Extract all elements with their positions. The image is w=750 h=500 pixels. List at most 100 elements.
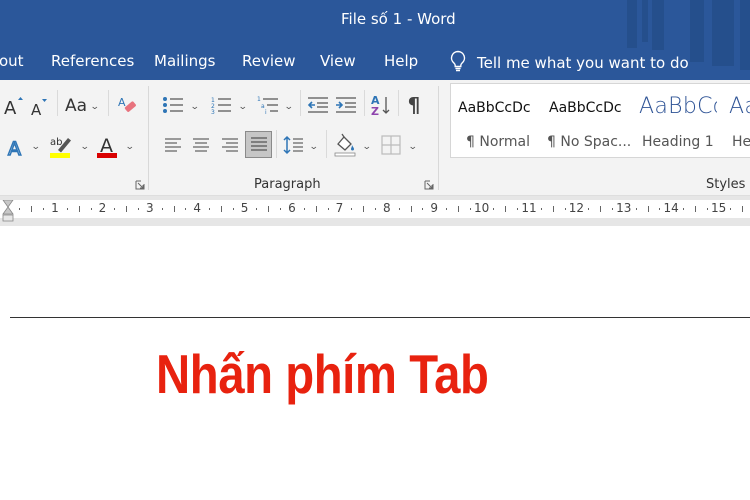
- tab-references[interactable]: References: [51, 50, 134, 72]
- show-hide-button[interactable]: ¶: [403, 92, 425, 118]
- document-text[interactable]: Nhấn phím Tab: [156, 342, 489, 406]
- text-effects-button[interactable]: A: [5, 135, 27, 159]
- ruler-tick: [256, 208, 258, 210]
- font-dialog-launcher-icon[interactable]: [135, 180, 145, 190]
- divider: [300, 90, 301, 116]
- ruler-tick: [505, 206, 507, 212]
- tell-me-search[interactable]: Tell me what you want to do: [449, 50, 689, 74]
- ruler-tick: [363, 206, 365, 212]
- tab-review[interactable]: Review: [242, 50, 296, 72]
- decrease-indent-icon: [307, 97, 328, 113]
- ruler-area: 1 2 3 4 5 6 7 8 9 10 11 12 13 14 15: [0, 196, 750, 226]
- sort-az-icon: A Z: [371, 94, 390, 117]
- increase-indent-icon: [336, 97, 356, 113]
- align-left-icon: [165, 138, 181, 152]
- document-page[interactable]: Nhấn phím Tab: [0, 226, 750, 500]
- ruler-tick: [469, 208, 471, 210]
- borders-dropdown[interactable]: ⌄: [408, 142, 418, 152]
- sort-button[interactable]: A Z: [370, 92, 392, 118]
- ruler-tick: [327, 208, 329, 210]
- indent-marker-icon[interactable]: [2, 200, 14, 226]
- ruler-tick: [268, 206, 270, 212]
- divider: [398, 90, 399, 116]
- multilevel-list-dropdown[interactable]: ⌄: [284, 102, 294, 112]
- font-color-dropdown[interactable]: ⌄: [125, 142, 135, 152]
- change-case-dropdown[interactable]: ⌄: [90, 102, 100, 112]
- horizontal-ruler[interactable]: 1 2 3 4 5 6 7 8 9 10 11 12 13 14 15: [0, 200, 750, 222]
- change-case-button[interactable]: Aa: [64, 94, 88, 118]
- ruler-tick: [517, 208, 519, 210]
- style-heading-1[interactable]: AaBbCc Heading 1: [633, 84, 723, 159]
- align-center-button[interactable]: [190, 135, 212, 157]
- grow-font-button[interactable]: A: [3, 94, 23, 118]
- font-color-icon: A: [97, 135, 117, 158]
- lightbulb-icon: [450, 50, 466, 72]
- ruler-tick: [66, 208, 68, 210]
- ruler-tick: [19, 208, 21, 210]
- ruler-tick: [706, 208, 708, 210]
- tell-me-text: Tell me what you want to do: [477, 54, 689, 72]
- multilevel-list-button[interactable]: 1 a i: [255, 94, 281, 116]
- shading-button[interactable]: [332, 132, 358, 158]
- ruler-number: 3: [145, 201, 154, 215]
- bullets-dropdown[interactable]: ⌄: [190, 102, 200, 112]
- svg-text:ab: ab: [50, 137, 62, 148]
- ruler-tick: [209, 208, 211, 210]
- ruler-tick: [564, 208, 566, 210]
- borders-icon: [381, 135, 401, 155]
- paragraph-group-label: Paragraph: [254, 177, 321, 192]
- svg-text:A: A: [8, 138, 21, 158]
- ruler-tick: [78, 206, 80, 212]
- ruler-number: 14: [663, 201, 679, 215]
- numbering-button[interactable]: 1 2 3: [208, 94, 234, 116]
- ruler-tick: [161, 208, 163, 210]
- text-effects-dropdown[interactable]: ⌄: [31, 142, 41, 152]
- bullets-button[interactable]: [160, 94, 186, 116]
- title-bar: File số 1 - Word out References Mailings…: [0, 0, 750, 80]
- svg-text:Z: Z: [371, 105, 379, 117]
- styles-gallery: AaBbCcDc ¶ Normal AaBbCcDc ¶ No Spac... …: [450, 83, 750, 158]
- decrease-indent-button[interactable]: [307, 94, 329, 116]
- tab-mailings[interactable]: Mailings: [154, 50, 215, 72]
- align-right-button[interactable]: [219, 135, 241, 157]
- style-heading-2[interactable]: Aa He: [723, 84, 750, 159]
- ruler-number: 5: [240, 201, 249, 215]
- ruler-number: 2: [98, 201, 107, 215]
- borders-button[interactable]: [380, 134, 402, 156]
- highlight-color-dropdown[interactable]: ⌄: [80, 142, 90, 152]
- increase-indent-button[interactable]: [335, 94, 357, 116]
- numbering-dropdown[interactable]: ⌄: [238, 102, 248, 112]
- style-normal[interactable]: AaBbCcDc ¶ Normal: [451, 84, 543, 159]
- tab-layout[interactable]: out: [0, 50, 24, 72]
- style-no-spacing[interactable]: AaBbCcDc ¶ No Spac...: [543, 84, 633, 159]
- ruler-tick: [647, 206, 649, 212]
- title-decoration: [642, 0, 648, 42]
- line-spacing-button[interactable]: [281, 133, 305, 157]
- shrink-font-button[interactable]: A: [30, 96, 50, 118]
- ruler-tick: [540, 208, 542, 210]
- shrink-font-icon: A: [31, 99, 47, 117]
- clear-formatting-button[interactable]: A: [116, 94, 138, 118]
- justify-button[interactable]: [245, 131, 272, 158]
- text-effects-icon: A: [7, 137, 22, 158]
- tab-help[interactable]: Help: [384, 50, 418, 72]
- align-left-button[interactable]: [162, 135, 184, 157]
- ribbon: A A Aa ⌄ A A ⌄ ab ⌄ A ⌄ ⌄ 1 2 3 ⌄ 1 a i …: [0, 80, 750, 196]
- font-color-button[interactable]: A: [96, 133, 120, 159]
- paragraph-dialog-launcher-icon[interactable]: [424, 180, 434, 190]
- title-decoration: [652, 0, 664, 50]
- line-spacing-dropdown[interactable]: ⌄: [309, 142, 319, 152]
- ruler-tick: [422, 208, 424, 210]
- style-sample: AaBbCc: [639, 94, 717, 119]
- tab-view[interactable]: View: [320, 50, 356, 72]
- change-case-icon: Aa: [64, 96, 88, 116]
- highlight-color-button[interactable]: ab: [48, 133, 74, 159]
- ruler-tick: [351, 208, 353, 210]
- ruler-tick: [374, 208, 376, 210]
- ruler-tick: [126, 206, 128, 212]
- shading-dropdown[interactable]: ⌄: [362, 142, 372, 152]
- style-sample: Aa: [729, 94, 750, 119]
- multilevel-list-icon: 1 a i: [257, 96, 278, 115]
- divider: [326, 130, 327, 158]
- style-name: ¶ No Spac...: [547, 134, 632, 150]
